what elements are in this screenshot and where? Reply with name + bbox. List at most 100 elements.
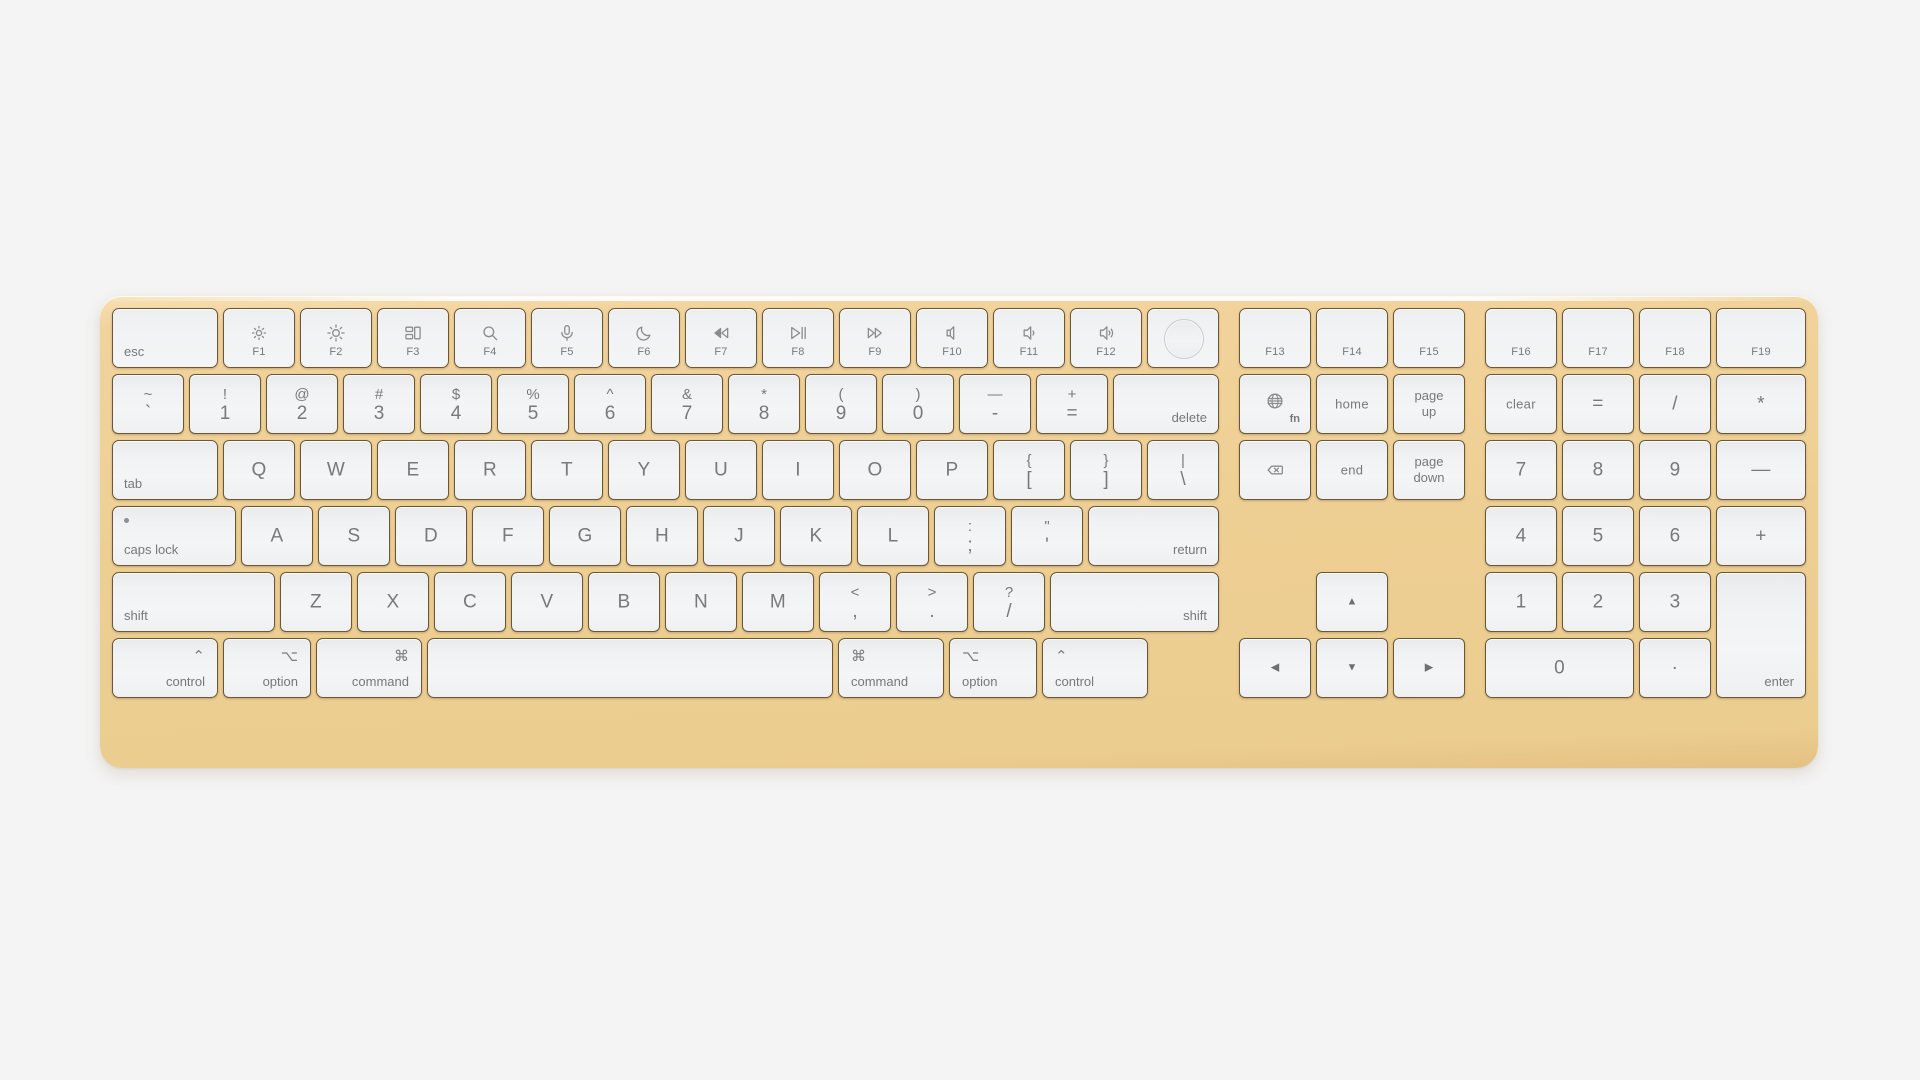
key-esc[interactable]: esc (112, 308, 218, 368)
key-digit-7[interactable]: & 7 (651, 374, 723, 434)
key-key-h[interactable]: H (626, 506, 698, 566)
key-minus[interactable]: — - (959, 374, 1031, 434)
key-key-d[interactable]: D (395, 506, 467, 566)
key-numpad-divide[interactable]: / (1639, 374, 1711, 434)
key-key-i[interactable]: I (762, 440, 834, 500)
key-f3[interactable]: F3 (377, 308, 449, 368)
key-option-left[interactable]: ⌥ option (223, 638, 311, 698)
key-key-b[interactable]: B (588, 572, 660, 632)
key-numpad-minus[interactable]: — (1716, 440, 1806, 500)
key-digit-3[interactable]: #3 (343, 374, 415, 434)
key-end[interactable]: end (1316, 440, 1388, 500)
key-delete[interactable]: delete (1113, 374, 1219, 434)
key-f9[interactable]: F9 (839, 308, 911, 368)
key-quote[interactable]: " ' (1011, 506, 1083, 566)
key-command-left[interactable]: ⌘ command (316, 638, 422, 698)
key-numpad-2[interactable]: 2 (1562, 572, 1634, 632)
key-key-p[interactable]: P (916, 440, 988, 500)
key-option-right[interactable]: ⌥ option (949, 638, 1037, 698)
key-space[interactable] (427, 638, 833, 698)
key-arrow-right[interactable]: ▶ (1393, 638, 1465, 698)
key-key-y[interactable]: Y (608, 440, 680, 500)
key-caps-lock[interactable]: caps lock (112, 506, 236, 566)
key-key-w[interactable]: W (300, 440, 372, 500)
key-f14[interactable]: F14 (1316, 308, 1388, 368)
key-numpad-6[interactable]: 6 (1639, 506, 1711, 566)
key-control-left[interactable]: ⌃ control (112, 638, 218, 698)
key-digit-1[interactable]: ! 1 (189, 374, 261, 434)
key-f15[interactable]: F15 (1393, 308, 1465, 368)
key-f12[interactable]: F12 (1070, 308, 1142, 368)
key-numpad-decimal[interactable]: · (1639, 638, 1711, 698)
key-key-a[interactable]: A (241, 506, 313, 566)
key-equals[interactable]: + = (1036, 374, 1108, 434)
key-key-k[interactable]: K (780, 506, 852, 566)
key-key-n[interactable]: N (665, 572, 737, 632)
key-numpad-equals[interactable]: = (1562, 374, 1634, 434)
key-digit-5[interactable]: % 5 (497, 374, 569, 434)
key-f10[interactable]: F10 (916, 308, 988, 368)
key-numpad-multiply[interactable]: * (1716, 374, 1806, 434)
key-key-t[interactable]: T (531, 440, 603, 500)
key-f18[interactable]: F18 (1639, 308, 1711, 368)
key-semicolon[interactable]: :; (934, 506, 1006, 566)
key-f16[interactable]: F16 (1485, 308, 1557, 368)
key-bracket-right[interactable]: }] (1070, 440, 1142, 500)
key-grave[interactable]: ~ ` (112, 374, 184, 434)
key-f17[interactable]: F17 (1562, 308, 1634, 368)
key-key-x[interactable]: X (357, 572, 429, 632)
key-f8[interactable]: F8 (762, 308, 834, 368)
key-numpad-5[interactable]: 5 (1562, 506, 1634, 566)
key-arrow-up[interactable]: ▲ (1316, 572, 1388, 632)
key-digit-0[interactable]: ) 0 (882, 374, 954, 434)
key-fn-globe[interactable]: fn (1239, 374, 1311, 434)
key-f13[interactable]: F13 (1239, 308, 1311, 368)
key-comma[interactable]: <, (819, 572, 891, 632)
key-touch-id[interactable] (1147, 308, 1219, 368)
key-f5[interactable]: F5 (531, 308, 603, 368)
key-command-right[interactable]: ⌘ command (838, 638, 944, 698)
key-key-v[interactable]: V (511, 572, 583, 632)
key-key-l[interactable]: L (857, 506, 929, 566)
key-key-f[interactable]: F (472, 506, 544, 566)
key-key-o[interactable]: O (839, 440, 911, 500)
key-numpad-8[interactable]: 8 (1562, 440, 1634, 500)
key-f11[interactable]: F11 (993, 308, 1065, 368)
key-key-g[interactable]: G (549, 506, 621, 566)
key-f1[interactable]: F1 (223, 308, 295, 368)
key-numpad-clear[interactable]: clear (1485, 374, 1557, 434)
key-tab[interactable]: tab (112, 440, 218, 500)
key-key-j[interactable]: J (703, 506, 775, 566)
key-f4[interactable]: F4 (454, 308, 526, 368)
key-forward-delete[interactable] (1239, 440, 1311, 500)
key-home[interactable]: home (1316, 374, 1388, 434)
key-f19[interactable]: F19 (1716, 308, 1806, 368)
key-shift-right[interactable]: shift (1050, 572, 1219, 632)
key-key-m[interactable]: M (742, 572, 814, 632)
key-numpad-enter[interactable]: enter (1716, 572, 1806, 698)
key-digit-4[interactable]: $4 (420, 374, 492, 434)
key-backslash[interactable]: | \ (1147, 440, 1219, 500)
key-numpad-plus[interactable]: + (1716, 506, 1806, 566)
key-key-z[interactable]: Z (280, 572, 352, 632)
key-key-c[interactable]: C (434, 572, 506, 632)
key-slash[interactable]: ? / (973, 572, 1045, 632)
key-digit-6[interactable]: ^ 6 (574, 374, 646, 434)
key-numpad-4[interactable]: 4 (1485, 506, 1557, 566)
key-bracket-left[interactable]: {[ (993, 440, 1065, 500)
key-f2[interactable]: F2 (300, 308, 372, 368)
key-key-s[interactable]: S (318, 506, 390, 566)
key-numpad-1[interactable]: 1 (1485, 572, 1557, 632)
key-arrow-down[interactable]: ▼ (1316, 638, 1388, 698)
key-numpad-9[interactable]: 9 (1639, 440, 1711, 500)
key-arrow-left[interactable]: ◀ (1239, 638, 1311, 698)
key-key-u[interactable]: U (685, 440, 757, 500)
key-f7[interactable]: F7 (685, 308, 757, 368)
key-key-e[interactable]: E (377, 440, 449, 500)
key-control-right[interactable]: ⌃ control (1042, 638, 1148, 698)
key-key-q[interactable]: Q (223, 440, 295, 500)
key-numpad-7[interactable]: 7 (1485, 440, 1557, 500)
key-key-r[interactable]: R (454, 440, 526, 500)
key-page-up[interactable]: page up (1393, 374, 1465, 434)
key-numpad-3[interactable]: 3 (1639, 572, 1711, 632)
